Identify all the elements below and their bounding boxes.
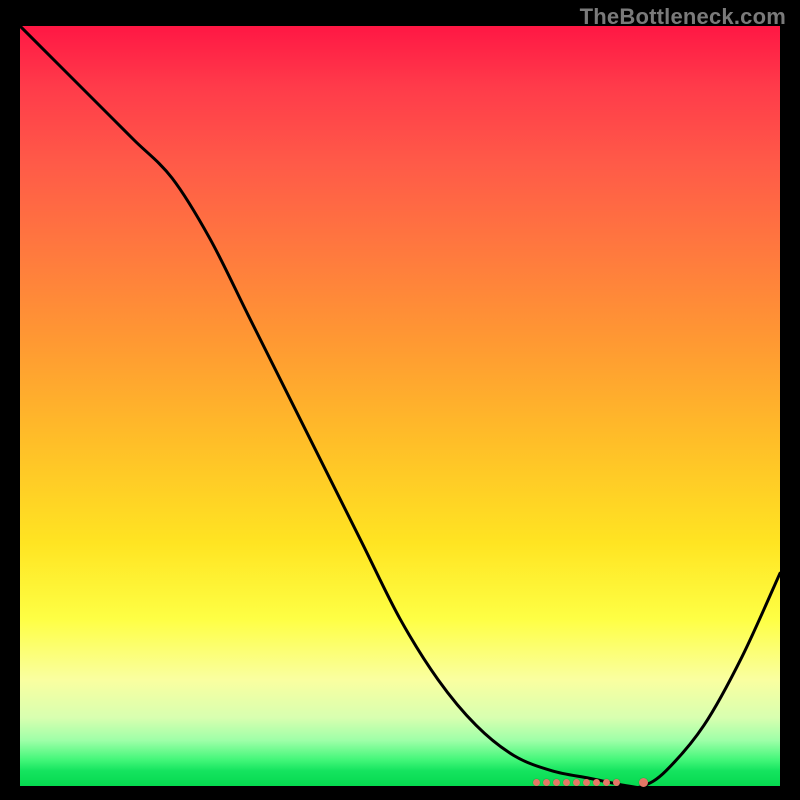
marker-dot xyxy=(533,779,540,786)
marker-dot xyxy=(613,779,620,786)
marker-dot xyxy=(563,779,570,786)
marker-dot-outlier xyxy=(639,778,648,787)
marker-dot xyxy=(583,779,590,786)
marker-dot xyxy=(573,779,580,786)
chart-frame: TheBottleneck.com xyxy=(0,0,800,800)
heat-gradient xyxy=(20,26,780,786)
plot-area xyxy=(20,26,780,786)
marker-dot xyxy=(603,779,610,786)
marker-dot xyxy=(553,779,560,786)
marker-dot xyxy=(543,779,550,786)
marker-dot xyxy=(593,779,600,786)
